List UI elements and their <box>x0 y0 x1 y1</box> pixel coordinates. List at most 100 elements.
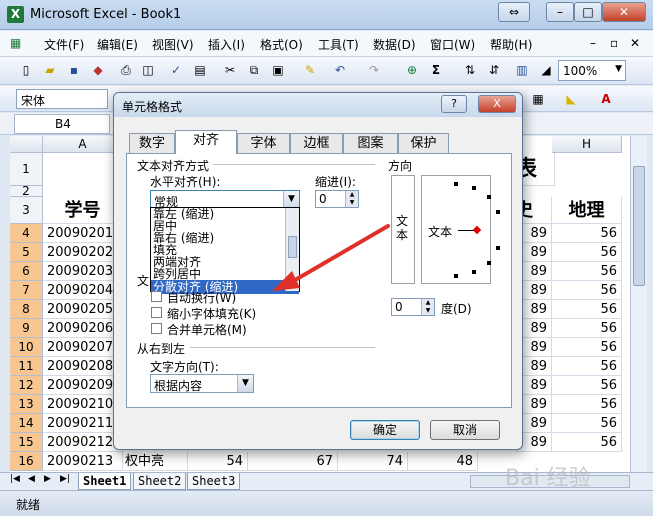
align-option[interactable]: 跨列居中 <box>151 268 299 280</box>
minimize-button[interactable]: – <box>546 2 574 22</box>
hyperlink-icon[interactable]: ⊕ <box>404 62 420 78</box>
row-header[interactable]: 9 <box>10 319 43 338</box>
header-cell[interactable]: 地理 <box>552 197 622 224</box>
tab-number[interactable]: 数字 <box>129 133 175 153</box>
data-cell[interactable]: 74 <box>338 452 408 471</box>
cut-icon[interactable]: ✂ <box>222 62 238 78</box>
data-cell[interactable]: 56 <box>552 357 622 376</box>
restore-window-button[interactable]: ⇔ <box>498 2 530 22</box>
id-cell[interactable]: 20090201 <box>43 224 123 243</box>
col-header-a[interactable]: A <box>43 136 123 153</box>
data-cell[interactable]: 48 <box>408 452 478 471</box>
menu-edit[interactable]: 编辑(E) <box>97 36 138 53</box>
permission-icon[interactable]: ◆ <box>90 62 106 78</box>
menu-view[interactable]: 视图(V) <box>152 36 194 53</box>
undo-icon[interactable]: ↶ <box>332 62 348 78</box>
chart-wizard-icon[interactable]: ▥ <box>514 62 530 78</box>
tab-scroll-last-icon[interactable]: ▶| <box>60 474 70 484</box>
tab-alignment[interactable]: 对齐 <box>175 130 237 154</box>
save-icon[interactable]: ▪ <box>66 62 82 78</box>
autosum-icon[interactable]: Σ <box>428 62 444 78</box>
menu-window[interactable]: 窗口(W) <box>430 36 475 53</box>
open-icon[interactable]: ▰ <box>42 62 58 78</box>
data-cell[interactable]: 56 <box>552 395 622 414</box>
help-button[interactable]: ? <box>441 95 467 113</box>
data-cell[interactable]: 56 <box>552 281 622 300</box>
tab-scroll-first-icon[interactable]: |◀ <box>10 474 20 484</box>
zoom-select[interactable]: 100% ▼ <box>558 60 626 81</box>
data-cell[interactable]: 56 <box>552 262 622 281</box>
close-button[interactable]: ✕ <box>602 2 646 22</box>
doc-icon[interactable]: ▦ <box>10 36 21 50</box>
degree-spinner[interactable]: 0 ▲ ▼ <box>391 298 435 316</box>
align-option[interactable]: 靠左 (缩进) <box>151 208 299 220</box>
doc-restore-button[interactable]: ▫ <box>610 36 618 50</box>
spin-up-icon[interactable]: ▲ <box>345 191 358 199</box>
orientation-handle[interactable] <box>472 225 482 235</box>
redo-icon[interactable]: ↷ <box>366 62 382 78</box>
print-icon[interactable]: ⎙ <box>118 62 134 78</box>
id-cell[interactable]: 20090202 <box>43 243 123 262</box>
data-cell[interactable]: 56 <box>552 224 622 243</box>
id-cell[interactable]: 20090203 <box>43 262 123 281</box>
orientation-dot[interactable] <box>454 274 458 278</box>
menu-data[interactable]: 数据(D) <box>373 36 416 53</box>
sheet-tab-1[interactable]: Sheet1 <box>78 473 132 490</box>
row-header[interactable]: 3 <box>10 197 43 224</box>
maximize-button[interactable]: □ <box>574 2 602 22</box>
row-header[interactable]: 2 <box>10 185 43 197</box>
header-cell[interactable]: 学号 <box>43 197 123 224</box>
paste-icon[interactable]: ▣ <box>270 62 286 78</box>
id-cell[interactable]: 20090211 <box>43 414 123 433</box>
row-header[interactable]: 16 <box>10 452 43 471</box>
align-option[interactable]: 两端对齐 <box>151 256 299 268</box>
row-header[interactable]: 15 <box>10 433 43 452</box>
data-cell[interactable]: 56 <box>552 433 622 452</box>
data-cell[interactable]: 56 <box>552 338 622 357</box>
vertical-scrollbar[interactable] <box>630 136 647 472</box>
spelling-icon[interactable]: ✓ <box>168 62 184 78</box>
id-cell[interactable]: 20090205 <box>43 300 123 319</box>
orientation-dial[interactable]: 文本 <box>421 175 501 284</box>
row-header[interactable]: 12 <box>10 376 43 395</box>
doc-close-button[interactable]: ✕ <box>630 36 640 50</box>
id-cell[interactable]: 20090213 <box>43 452 123 471</box>
orientation-dot[interactable] <box>486 260 491 265</box>
id-cell[interactable]: 20090206 <box>43 319 123 338</box>
sort-descending-icon[interactable]: ⇵ <box>486 62 502 78</box>
select-all-corner[interactable] <box>10 136 43 153</box>
id-cell[interactable]: 20090204 <box>43 281 123 300</box>
name-cell[interactable]: 权中亮 <box>123 452 188 471</box>
col-header-h[interactable]: H <box>552 136 622 153</box>
row-header[interactable]: 8 <box>10 300 43 319</box>
spin-down-icon[interactable]: ▼ <box>345 199 358 207</box>
id-cell[interactable]: 20090210 <box>43 395 123 414</box>
menu-help[interactable]: 帮助(H) <box>490 36 532 53</box>
wrap-text-checkbox[interactable] <box>151 291 162 302</box>
data-cell[interactable]: 56 <box>552 376 622 395</box>
text-direction-select[interactable]: 根据内容 ▼ <box>150 374 254 393</box>
dropdown-scroll-thumb[interactable] <box>288 236 297 258</box>
id-cell[interactable]: 20090208 <box>43 357 123 376</box>
scroll-thumb[interactable] <box>633 166 645 286</box>
id-cell[interactable]: 20090207 <box>43 338 123 357</box>
tab-scroll-prev-icon[interactable]: ◀ <box>28 474 35 484</box>
fill-color-icon[interactable]: ◣ <box>563 91 579 107</box>
row-header[interactable]: 4 <box>10 224 43 243</box>
row-header[interactable]: 6 <box>10 262 43 281</box>
dropdown-scrollbar[interactable] <box>285 208 299 291</box>
spin-down-icon[interactable]: ▼ <box>421 307 434 315</box>
merge-cells-checkbox[interactable] <box>151 323 162 334</box>
font-select[interactable]: 宋体 <box>16 89 108 109</box>
font-color-icon[interactable]: A <box>598 91 614 107</box>
format-painter-icon[interactable]: ✎ <box>302 62 318 78</box>
orientation-dot[interactable] <box>496 245 501 250</box>
row-header[interactable]: 14 <box>10 414 43 433</box>
row-header[interactable]: 11 <box>10 357 43 376</box>
sheet-tab-3[interactable]: Sheet3 <box>187 473 241 490</box>
menu-insert[interactable]: 插入(I) <box>208 36 245 53</box>
align-option[interactable]: 填充 <box>151 244 299 256</box>
tab-border[interactable]: 边框 <box>290 133 343 153</box>
orientation-dot[interactable] <box>471 185 476 190</box>
data-cell[interactable]: 56 <box>552 243 622 262</box>
